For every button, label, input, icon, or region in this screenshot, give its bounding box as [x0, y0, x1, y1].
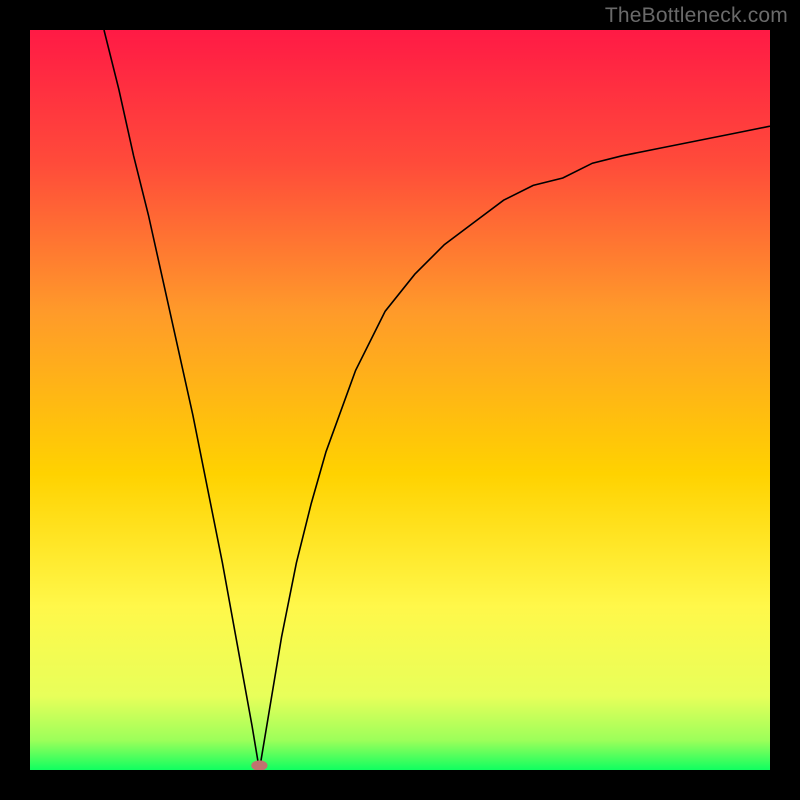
gradient-background	[30, 30, 770, 770]
plot-area	[30, 30, 770, 770]
plot-svg	[30, 30, 770, 770]
watermark-text: TheBottleneck.com	[605, 4, 788, 28]
chart-frame: TheBottleneck.com	[0, 0, 800, 800]
